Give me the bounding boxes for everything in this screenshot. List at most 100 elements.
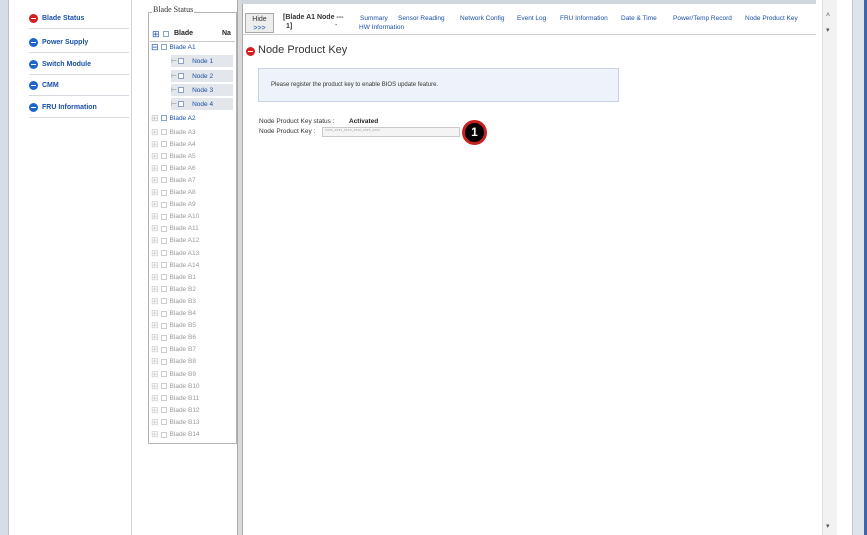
tree-row-blade[interactable]: ⊞ Blade A13 (151, 247, 235, 259)
tree-row-blade[interactable]: ⊞ Blade B10 (151, 380, 235, 392)
checkbox[interactable] (160, 371, 167, 377)
expand-icon[interactable]: ⊞ (151, 345, 159, 354)
tree-row-blade[interactable]: ⊞ Blade B7 (151, 344, 235, 356)
tab-event-log[interactable]: Event Log (517, 15, 546, 22)
checkbox[interactable] (178, 87, 185, 93)
product-key-field[interactable]: ****-****-****-****-****-**** (322, 127, 460, 137)
checkbox[interactable] (160, 286, 167, 293)
expand-icon[interactable]: ⊞ (151, 212, 159, 221)
tree-row-blade[interactable]: ⊞ Blade A9 (151, 199, 235, 211)
checkbox[interactable] (160, 44, 167, 50)
tree-row-blade[interactable]: ⊞ Blade A14 (151, 259, 235, 271)
checkbox[interactable] (160, 250, 167, 256)
tree-row-blade[interactable]: ⊞ Blade A10 (151, 211, 235, 223)
tree-row-node-1[interactable]: ⊢ Node 1 (171, 55, 233, 67)
expand-icon[interactable]: ⊞ (151, 113, 159, 123)
nav-item-power-supply[interactable]: Power Supply (29, 32, 129, 53)
expand-icon[interactable]: ⊞ (151, 405, 159, 415)
tab-node-product-key[interactable]: Node Product Key (745, 15, 798, 22)
content-scrollbar[interactable]: ˄ ▾ ▾ (822, 0, 837, 535)
checkbox[interactable] (178, 101, 185, 107)
tab-network-config[interactable]: Network Config (460, 15, 504, 22)
nav-item-blade-status[interactable]: Blade Status (29, 8, 129, 29)
hide-button[interactable]: Hide >>> (245, 13, 274, 33)
tree-row-blade-a1[interactable]: ⊟ Blade A1 (151, 41, 235, 53)
expand-icon[interactable]: ⊞ (151, 260, 159, 270)
scroll-down-icon[interactable]: ▾ (826, 26, 830, 34)
tree-row-blade[interactable]: ⊞ Blade A6 (151, 162, 235, 174)
expand-icon[interactable]: ⊞ (151, 163, 159, 173)
tree-row-blade[interactable]: ⊞ Blade A4 (151, 138, 235, 150)
checkbox[interactable] (160, 407, 167, 414)
tab-sensor-reading[interactable]: Sensor Reading (398, 15, 445, 22)
checkbox[interactable] (160, 346, 167, 353)
tab-summary[interactable]: Summary (360, 15, 388, 22)
checkbox[interactable] (178, 58, 185, 64)
tab-fru-information[interactable]: FRU Information (560, 15, 608, 22)
expand-icon[interactable]: ⊞ (151, 393, 159, 403)
checkbox[interactable] (160, 334, 167, 341)
tab-power-temp-record[interactable]: Power/Temp Record (673, 15, 732, 22)
checkbox[interactable] (160, 322, 167, 329)
expand-icon[interactable]: ⊞ (151, 430, 159, 439)
nav-item-cmm[interactable]: CMM (29, 75, 129, 96)
collapse-icon[interactable]: ⊟ (151, 42, 159, 52)
expand-icon[interactable]: ⊞ (151, 188, 159, 197)
scroll-down-icon[interactable]: ▾ (826, 522, 830, 530)
checkbox[interactable] (160, 431, 167, 438)
tree-row-blade[interactable]: ⊞ Blade B5 (151, 320, 235, 332)
expand-icon[interactable]: ⊞ (151, 321, 159, 330)
checkbox[interactable] (160, 129, 167, 135)
checkbox[interactable] (160, 165, 167, 172)
tree-row-blade[interactable]: ⊞ Blade B8 (151, 356, 235, 368)
expand-icon[interactable]: ⊞ (151, 417, 159, 427)
expand-icon[interactable]: ⊞ (151, 333, 159, 342)
expand-icon[interactable]: ⊞ (151, 284, 159, 294)
checkbox[interactable] (160, 115, 167, 121)
tree-row-blade[interactable]: ⊞ Blade B4 (151, 308, 235, 320)
expand-icon[interactable]: ⊞ (151, 296, 159, 306)
tree-row-blade[interactable]: ⊞ Blade A8 (151, 187, 235, 199)
expand-icon[interactable]: ⊞ (151, 175, 159, 185)
expand-icon[interactable]: ⊞ (151, 381, 159, 391)
tree-row-blade[interactable]: ⊞ Blade B3 (151, 295, 235, 307)
tree-row-blade[interactable]: ⊞ Blade B14 (151, 429, 235, 441)
expand-icon[interactable]: ⊞ (151, 151, 159, 161)
tree-row-blade[interactable]: ⊞ Blade A12 (151, 235, 235, 247)
checkbox[interactable] (160, 262, 167, 269)
expand-icon[interactable]: ⊞ (151, 272, 159, 282)
checkbox[interactable] (160, 177, 167, 184)
checkbox[interactable] (160, 383, 167, 390)
tree-row-blade[interactable]: ⊞ Blade A5 (151, 150, 235, 162)
checkbox[interactable] (160, 213, 167, 220)
tree-row-node-3[interactable]: ⊢ Node 3 (171, 84, 233, 96)
expand-icon[interactable]: ⊞ (151, 236, 159, 245)
tree-row-node-2[interactable]: ⊢ Node 2 (171, 70, 233, 82)
nav-item-switch-module[interactable]: Switch Module (29, 54, 129, 75)
tab-date-time[interactable]: Date & Time (621, 15, 657, 22)
expand-icon[interactable]: ⊞ (151, 369, 159, 379)
checkbox[interactable] (160, 201, 167, 208)
expand-icon[interactable]: ⊞ (151, 357, 159, 366)
expand-icon[interactable]: ⊞ (151, 127, 159, 137)
select-all-checkbox[interactable] (163, 31, 169, 37)
expand-icon[interactable]: ⊞ (151, 309, 159, 318)
tree-row-blade[interactable]: ⊞ Blade B13 (151, 416, 235, 428)
expand-icon[interactable]: ⊞ (151, 200, 159, 209)
checkbox[interactable] (160, 225, 167, 232)
tree-row-blade[interactable]: ⊞ Blade B6 (151, 332, 235, 344)
expand-icon[interactable]: ⊞ (151, 139, 159, 149)
checkbox[interactable] (160, 141, 167, 148)
checkbox[interactable] (160, 395, 167, 402)
checkbox[interactable] (160, 298, 167, 305)
tree-row-blade[interactable]: ⊞ Blade A11 (151, 223, 235, 235)
checkbox[interactable] (160, 189, 167, 196)
scroll-up-icon[interactable]: ˄ (826, 12, 830, 19)
checkbox[interactable] (160, 274, 167, 281)
checkbox[interactable] (160, 358, 167, 365)
checkbox[interactable] (160, 310, 167, 317)
tree-row-blade-a2[interactable]: ⊞ Blade A2 (151, 112, 235, 124)
expand-icon[interactable]: ⊞ (151, 224, 159, 233)
tree-row-blade[interactable]: ⊞ Blade A7 (151, 174, 235, 186)
nav-item-fru-information[interactable]: FRU Information (29, 97, 129, 118)
